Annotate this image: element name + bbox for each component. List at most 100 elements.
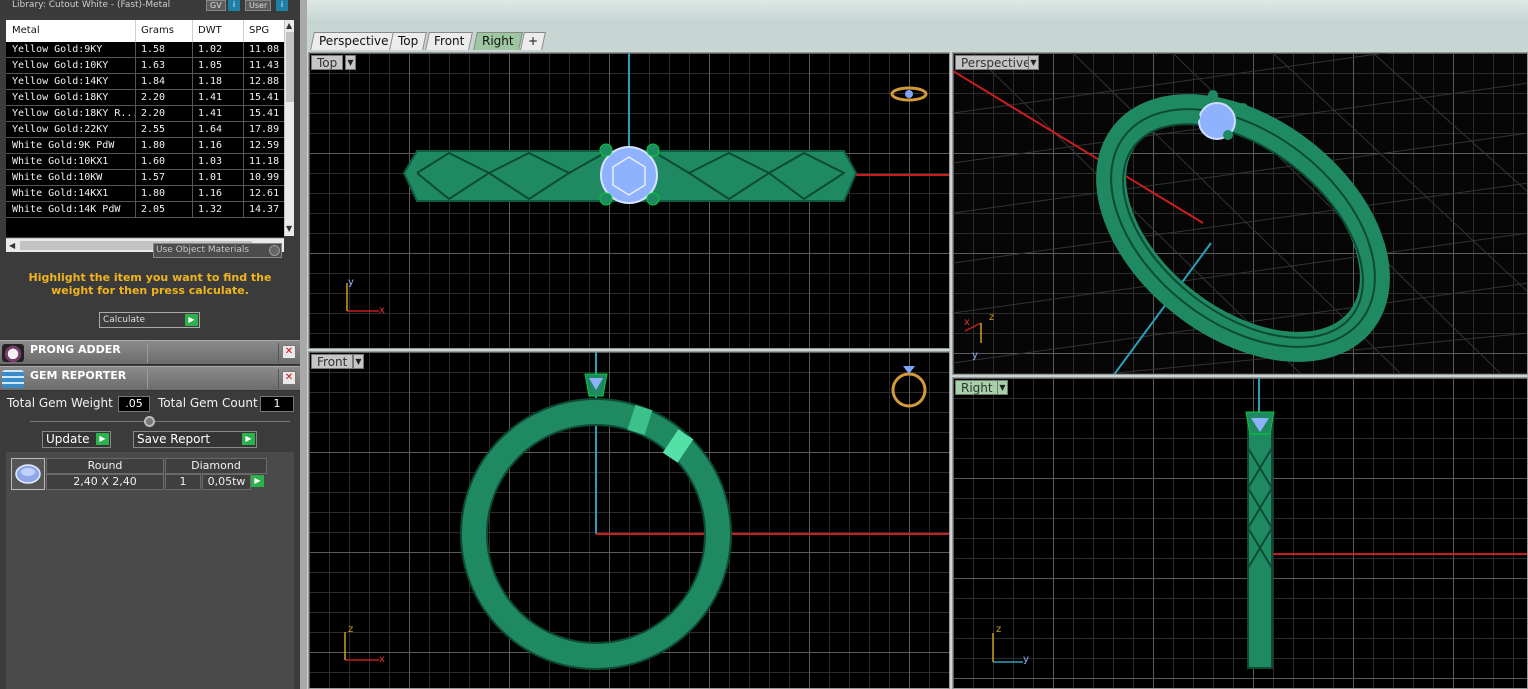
table-row[interactable]: White Gold:14KX1 1.80 1.16 12.61 [6,186,284,202]
metal-cell: White Gold:14K PdW [12,204,121,215]
dwt-cell: 1.41 [198,108,223,119]
dwt-cell: 1.64 [198,124,223,135]
column-separator [192,186,193,202]
metal-cell: White Gold:14KX1 [12,188,109,199]
chevron-down-icon[interactable]: ▼ [353,354,364,369]
user-info-button[interactable]: i [276,0,288,11]
play-arrow-icon[interactable]: ▶ [242,433,255,445]
table-row[interactable]: Yellow Gold:10KY 1.63 1.05 11.43 [6,58,284,74]
prong-adder-icon [2,344,24,362]
header-field [147,343,279,363]
tab-front[interactable]: Front [425,32,474,50]
gv-info-button[interactable]: i [228,0,240,11]
play-arrow-icon[interactable]: ▶ [96,433,109,445]
grams-cell: 1.57 [141,172,166,183]
gem-size-cell[interactable]: 2,40 X 2,40 [46,474,164,490]
table-row[interactable]: Yellow Gold:9KY 1.58 1.02 11.08 [6,42,284,58]
use-object-materials-toggle[interactable]: Use Object Materials [153,243,282,258]
dwt-cell: 1.05 [198,60,223,71]
perspective-viewport[interactable]: Perspective ▼ z x y [952,52,1528,375]
table-row[interactable]: White Gold:10KW 1.57 1.01 10.99 [6,170,284,186]
x-axis-label: x [379,305,385,316]
library-title: Library: Cutout White - (Fast)-Metal [12,0,171,10]
column-header-grams[interactable]: Grams [141,25,174,36]
chevron-down-icon[interactable]: ▼ [997,380,1008,395]
front-viewport-label[interactable]: Front [311,354,354,369]
prong-adder-title: PRONG ADDER [30,343,121,356]
calculate-button[interactable]: Calculate ▶ [99,312,200,328]
column-header-metal[interactable]: Metal [12,25,40,36]
scroll-up-icon[interactable]: ▲ [286,21,292,30]
prong-adder-header[interactable]: PRONG ADDER ✕ [0,340,300,365]
right-viewport-label[interactable]: Right [955,380,999,395]
y-axis-label: y [348,277,354,288]
table-row[interactable]: White Gold:14K PdW 2.05 1.32 14.37 [6,202,284,218]
add-tab-button[interactable]: + [520,32,546,50]
column-separator [135,106,136,122]
front-viewport[interactable]: Front ▼ z x [308,351,950,689]
grams-cell: 1.84 [141,76,166,87]
column-separator [135,58,136,74]
calculate-label: Calculate [103,315,146,325]
column-separator[interactable] [243,20,244,42]
chevron-down-icon[interactable]: ▼ [345,55,356,70]
gem-reporter-header[interactable]: GEM REPORTER ✕ [0,366,300,391]
scroll-down-icon[interactable]: ▼ [286,224,292,233]
table-row[interactable]: Yellow Gold:18KY R... 2.20 1.41 15.41 [6,106,284,122]
plus-icon: + [528,34,539,48]
header-field [147,369,279,389]
play-arrow-icon[interactable]: ▶ [185,314,198,326]
gv-tag[interactable]: GV [206,0,226,11]
top-viewport-label[interactable]: Top [311,55,344,70]
column-separator [135,202,136,218]
column-header-spg[interactable]: SPG [249,25,269,36]
grams-cell: 2.20 [141,92,166,103]
top-viewport[interactable]: Top ▼ y x [308,52,950,349]
tab-top[interactable]: Top [389,32,428,50]
scroll-left-icon[interactable]: ◀ [9,241,15,250]
slider-track[interactable] [30,421,290,422]
update-button[interactable]: Update ▶ [42,431,111,448]
dwt-cell: 1.03 [198,156,223,167]
calculate-hint: Highlight the item you want to find the … [28,271,272,297]
column-separator [243,90,244,106]
close-icon[interactable]: ✕ [282,345,296,359]
panel-splitter[interactable] [300,0,307,689]
play-arrow-icon[interactable]: ▶ [251,475,264,487]
gem-list: Round Diamond 2,40 X 2,40 1 0,05tw ▶ [6,452,294,689]
metal-table-body: Yellow Gold:9KY 1.58 1.02 11.08 Yellow Gold:… [6,42,284,237]
spg-cell: 10.99 [249,172,280,183]
radio-icon[interactable] [269,245,280,256]
column-header-dwt[interactable]: DWT [198,25,222,36]
table-row[interactable]: Yellow Gold:14KY 1.84 1.18 12.88 [6,74,284,90]
slider-handle[interactable] [144,416,155,427]
table-row[interactable]: Yellow Gold:18KY 2.20 1.41 15.41 [6,90,284,106]
gem-count-cell[interactable]: 1 [165,474,201,490]
save-report-label: Save Report [137,432,211,446]
column-separator [192,74,193,90]
save-report-button[interactable]: Save Report ▶ [133,431,257,448]
grams-cell: 2.55 [141,124,166,135]
tab-right[interactable]: Right [473,32,523,50]
column-separator[interactable] [135,20,136,42]
table-row[interactable]: White Gold:10KX1 1.60 1.03 11.18 [6,154,284,170]
user-tag[interactable]: User [245,0,272,11]
round-gem-icon[interactable] [11,458,45,490]
table-row[interactable]: White Gold:9K PdW 1.80 1.16 12.59 [6,138,284,154]
chevron-down-icon[interactable]: ▼ [1028,55,1039,70]
vertical-scrollbar[interactable]: ▲ ▼ [284,20,294,236]
column-separator [192,154,193,170]
gem-shape-cell[interactable]: Round [46,458,164,474]
scroll-thumb[interactable] [286,32,294,102]
spg-cell: 12.88 [249,76,280,87]
right-viewport[interactable]: Right ▼ z y [952,377,1528,689]
tab-perspective[interactable]: Perspective [310,32,398,50]
dwt-cell: 1.41 [198,92,223,103]
perspective-viewport-label[interactable]: Perspective [955,55,1037,70]
table-row[interactable]: Yellow Gold:22KY 2.55 1.64 17.89 [6,122,284,138]
column-separator[interactable] [192,20,193,42]
close-icon[interactable]: ✕ [282,371,296,385]
gem-weight-cell[interactable]: 0,05tw [202,474,251,490]
spg-cell: 11.08 [249,44,280,55]
gem-material-cell[interactable]: Diamond [165,458,267,474]
